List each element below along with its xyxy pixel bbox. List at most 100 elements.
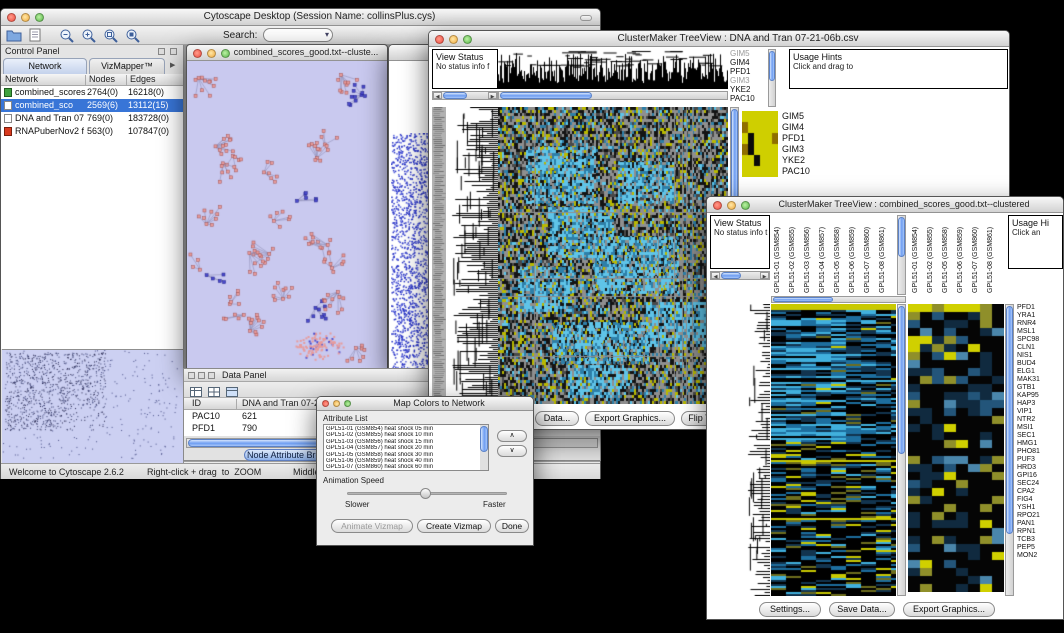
gene-label[interactable]: GIM3 bbox=[782, 144, 826, 155]
gene-label[interactable]: SEC1 bbox=[1017, 432, 1063, 440]
done-button[interactable]: Done bbox=[495, 519, 529, 533]
gene-label[interactable]: MAK31 bbox=[1017, 376, 1063, 384]
column-label[interactable]: GPL51-04 (GSM857) bbox=[819, 217, 826, 293]
panel-button-icon[interactable] bbox=[208, 372, 215, 379]
gene-label[interactable]: HRD3 bbox=[1017, 464, 1063, 472]
gene-name-strip-canvas[interactable] bbox=[432, 107, 446, 404]
move-up-button[interactable]: ∧ bbox=[497, 430, 527, 442]
column-label[interactable]: GPL51-02 (GSM855) bbox=[789, 217, 796, 293]
network-list-row[interactable]: RNAPuberNov2 f563(0)107847(0) bbox=[1, 125, 183, 138]
slider-thumb[interactable] bbox=[420, 488, 431, 499]
scrollbar-thumb[interactable] bbox=[773, 297, 833, 302]
save-data-button[interactable]: Data... bbox=[535, 411, 579, 426]
column-label[interactable]: GPL51-07 (GSM860) bbox=[972, 217, 979, 293]
close-icon[interactable] bbox=[713, 201, 722, 210]
gene-label[interactable]: NTR2 bbox=[1017, 416, 1063, 424]
open-folder-icon[interactable] bbox=[6, 28, 23, 44]
gene-label[interactable]: PAN1 bbox=[1017, 520, 1063, 528]
scrollbar-thumb[interactable] bbox=[721, 272, 741, 279]
column-label[interactable]: GPL51-05 (GSM858) bbox=[942, 217, 949, 293]
gene-label[interactable]: GIM5 bbox=[782, 111, 826, 122]
scroll-left-icon[interactable]: ◀ bbox=[711, 272, 720, 279]
column-label[interactable]: GPL51-06 (GSM859) bbox=[849, 217, 856, 293]
scroll-left-icon[interactable]: ◀ bbox=[433, 92, 442, 99]
gene-label[interactable]: YSH1 bbox=[1017, 504, 1063, 512]
gene-label[interactable]: BUD4 bbox=[1017, 360, 1063, 368]
scrollbar-thumb[interactable] bbox=[480, 426, 488, 452]
animation-speed-slider[interactable] bbox=[347, 492, 507, 495]
scrollbar-thumb[interactable] bbox=[898, 217, 905, 257]
network-view-titlebar[interactable]: combined_scores_good.txt--cluste... bbox=[187, 45, 387, 61]
mini-gene-label[interactable]: GIM3 bbox=[730, 76, 766, 85]
mini-gene-label[interactable]: GIM4 bbox=[730, 58, 766, 67]
network-overview-panel[interactable] bbox=[2, 349, 183, 463]
mini-gene-label[interactable]: PAC10 bbox=[730, 94, 766, 103]
zoom-labels-vscrollbar[interactable] bbox=[768, 49, 776, 107]
row-dendrogram-canvas[interactable] bbox=[744, 304, 770, 596]
gene-label[interactable]: PHO81 bbox=[1017, 448, 1063, 456]
create-vizmap-button[interactable]: Create Vizmap bbox=[417, 519, 491, 533]
cytoscape-titlebar[interactable]: Cytoscape Desktop (Session Name: collins… bbox=[1, 9, 600, 26]
close-icon[interactable] bbox=[7, 13, 16, 22]
gene-label[interactable]: SPC98 bbox=[1017, 336, 1063, 344]
dialog-titlebar[interactable]: Map Colors to Network bbox=[317, 397, 533, 411]
minimize-icon[interactable] bbox=[21, 13, 30, 22]
col-nodes[interactable]: Nodes bbox=[89, 74, 125, 84]
export-graphics-button[interactable]: Export Graphics... bbox=[585, 411, 675, 426]
gene-label[interactable]: MSI1 bbox=[1017, 424, 1063, 432]
panel-close-icon[interactable] bbox=[170, 48, 177, 55]
tab-vizmapper[interactable]: VizMapper™ bbox=[89, 58, 165, 74]
dendro-nav-scrollbar[interactable]: ◀ ▶ bbox=[432, 91, 498, 100]
minimize-icon[interactable] bbox=[727, 201, 736, 210]
heatmap-vscrollbar[interactable] bbox=[897, 304, 906, 596]
scroll-right-icon[interactable]: ▶ bbox=[488, 92, 497, 99]
gene-label[interactable]: CPA2 bbox=[1017, 488, 1063, 496]
expression-heatmap-canvas[interactable] bbox=[498, 107, 728, 404]
column-label[interactable]: GPL51-08 (GSM861) bbox=[879, 217, 886, 293]
close-icon[interactable] bbox=[322, 400, 329, 407]
gene-label[interactable]: GPI16 bbox=[1017, 472, 1063, 480]
gene-label[interactable]: RNR4 bbox=[1017, 320, 1063, 328]
dendro-nav-scrollbar[interactable]: ◀ ▶ bbox=[710, 271, 770, 280]
network-graph-canvas[interactable] bbox=[187, 61, 387, 370]
animate-vizmap-button[interactable]: Animate Vizmap bbox=[331, 519, 413, 533]
mini-gene-label[interactable]: PFD1 bbox=[730, 67, 766, 76]
gene-label[interactable]: RPO21 bbox=[1017, 512, 1063, 520]
expression-heatmap-canvas[interactable] bbox=[771, 304, 896, 596]
gene-label[interactable]: FIG4 bbox=[1017, 496, 1063, 504]
network-list-row[interactable]: combined_scores2764(0)16218(0) bbox=[1, 86, 183, 99]
column-label[interactable]: GPL51-01 (GSM854) bbox=[912, 217, 919, 293]
scrollbar-thumb[interactable] bbox=[500, 92, 592, 99]
maximize-icon[interactable] bbox=[741, 201, 750, 210]
panel-button-icon[interactable] bbox=[188, 372, 195, 379]
background-network-content[interactable] bbox=[389, 61, 433, 370]
gene-label[interactable]: MON2 bbox=[1017, 552, 1063, 560]
background-window-titlebar[interactable] bbox=[389, 45, 433, 61]
network-overview-canvas[interactable] bbox=[2, 350, 181, 462]
gene-label[interactable]: HAP3 bbox=[1017, 400, 1063, 408]
panel-float-icon[interactable] bbox=[158, 48, 165, 55]
tab-overflow-icon[interactable]: ▶ bbox=[170, 61, 175, 69]
settings-button[interactable]: Settings... bbox=[759, 602, 821, 617]
zoom-out-icon[interactable] bbox=[59, 28, 76, 44]
close-icon[interactable] bbox=[193, 49, 202, 58]
gene-label[interactable]: TCB3 bbox=[1017, 536, 1063, 544]
maximize-icon[interactable] bbox=[221, 49, 230, 58]
gene-label[interactable]: CLN1 bbox=[1017, 344, 1063, 352]
gene-label[interactable]: KAP95 bbox=[1017, 392, 1063, 400]
network-list-row[interactable]: DNA and Tran 07769(0)183728(0) bbox=[1, 112, 183, 125]
zoom-selected-icon[interactable] bbox=[125, 28, 142, 44]
combo-arrow-icon[interactable]: ▾ bbox=[325, 30, 329, 39]
mini-gene-label[interactable]: GIM5 bbox=[730, 49, 766, 58]
mini-gene-label[interactable]: YKE2 bbox=[730, 85, 766, 94]
gene-label[interactable]: HMG1 bbox=[1017, 440, 1063, 448]
panel-button-icon[interactable] bbox=[198, 372, 205, 379]
save-data-button[interactable]: Save Data... bbox=[829, 602, 895, 617]
scrollbar-thumb[interactable] bbox=[898, 306, 905, 454]
gene-label[interactable]: PUF3 bbox=[1017, 456, 1063, 464]
scrollbar-thumb[interactable] bbox=[443, 92, 467, 99]
move-down-button[interactable]: ∨ bbox=[497, 445, 527, 457]
column-label[interactable]: GPL51-05 (GSM858) bbox=[834, 217, 841, 293]
minimize-icon[interactable] bbox=[207, 49, 216, 58]
column-label[interactable]: GPL51-03 (GSM856) bbox=[804, 217, 811, 293]
